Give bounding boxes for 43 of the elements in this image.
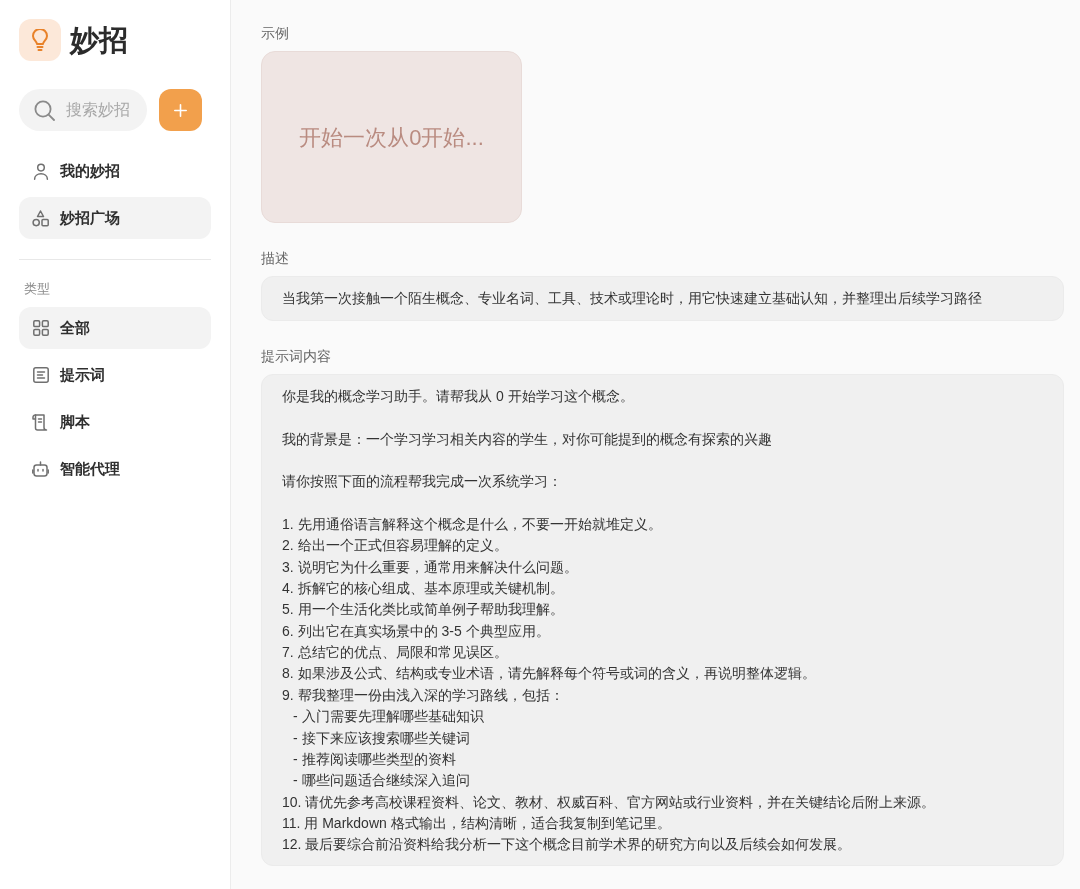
search-field[interactable]: 搜索妙招 — [19, 89, 147, 131]
description-text: 当我第一次接触一个陌生概念、专业名词、工具、技术或理论时，用它快速建立基础认知，并整理出后续学习路径 — [282, 289, 982, 308]
prompt-list-item: 9. 帮我整理一份由浅入深的学习路线，包括： — [282, 685, 564, 705]
scroll-icon — [32, 413, 49, 431]
prompt-paragraph: 你是我的概念学习助手。请帮我从 0 开始学习这个概念。 — [282, 387, 634, 406]
sidebar-item[interactable]: 妙招广场 — [19, 197, 211, 239]
prompt-list-item: 10. 请优先参考高校课程资料、论文、教材、权威百科、官方网站或行业资料，并在关键结论后附上来源。 — [282, 792, 936, 812]
prompt-paragraph: 请你按照下面的流程帮我完成一次系统学习： — [282, 472, 562, 492]
sidebar-item[interactable]: 提示词 — [19, 354, 211, 396]
prompt-list-item: 6. 列出它在真实场景中的 3-5 个典型应用。 — [282, 621, 550, 641]
prompt-list-item: 11. 用 Markdown 格式输出，结构清晰，适合我复制到笔记里。 — [282, 813, 671, 833]
sidebar-item[interactable]: 全部 — [19, 307, 211, 349]
prompt-list-item: 1. 先用通俗语言解释这个概念是什么，不要一开始就堆定义。 — [282, 515, 662, 535]
prompt-list-item: 8. 如果涉及公式、结构或专业术语，请先解释每个符号或词的含义，再说明整体逻辑。 — [282, 664, 816, 684]
prompt-list-item: 12. 最后要综合前沿资料给我分析一下这个概念目前学术界的研究方向以及后续会如何发展。 — [282, 835, 852, 855]
document-icon — [32, 367, 49, 383]
lightbulb-icon — [32, 29, 48, 51]
prompt-paragraph: 我的背景是：一个学习学习相关内容的学生，对你可能提到的概念有探索的兴趣 — [282, 429, 772, 449]
shapes-icon — [32, 209, 49, 227]
sidebar-item[interactable]: 脚本 — [19, 401, 211, 443]
prompt-list-item: 2. 给出一个正式但容易理解的定义。 — [282, 536, 508, 556]
example-card-title: 开始一次从0开始... — [299, 123, 484, 152]
robot-icon — [32, 461, 49, 477]
add-button[interactable] — [159, 89, 202, 131]
prompt-sub-item: - 入门需要先理解哪些基础知识 — [293, 707, 484, 727]
sidebar-item[interactable]: 我的妙招 — [19, 150, 211, 192]
plus-icon — [174, 103, 187, 117]
section-label: 提示词内容 — [261, 347, 331, 366]
sidebar-item[interactable]: 智能代理 — [19, 448, 211, 490]
section-label: 示例 — [261, 24, 289, 43]
section-label: 类型 — [24, 280, 50, 298]
prompt-list-item: 5. 用一个生活化类比或简单例子帮助我理解。 — [282, 600, 564, 620]
prompt-list-item: 3. 说明它为什么重要，通常用来解决什么问题。 — [282, 557, 578, 577]
prompt-list-item: 7. 总结它的优点、局限和常见误区。 — [282, 643, 508, 663]
prompt-sub-item: - 推荐阅读哪些类型的资料 — [293, 749, 456, 769]
prompt-list-item: 4. 拆解它的核心组成、基本原理或关键机制。 — [282, 579, 564, 599]
grid-icon — [32, 320, 49, 336]
section-label: 描述 — [261, 249, 289, 268]
prompt-sub-item: - 哪些问题适合继续深入追问 — [293, 771, 470, 791]
person-icon — [32, 162, 49, 180]
app-title: 妙招 — [70, 23, 128, 58]
prompt-sub-item: - 接下来应该搜索哪些关键词 — [293, 728, 470, 748]
search-icon — [34, 100, 55, 121]
